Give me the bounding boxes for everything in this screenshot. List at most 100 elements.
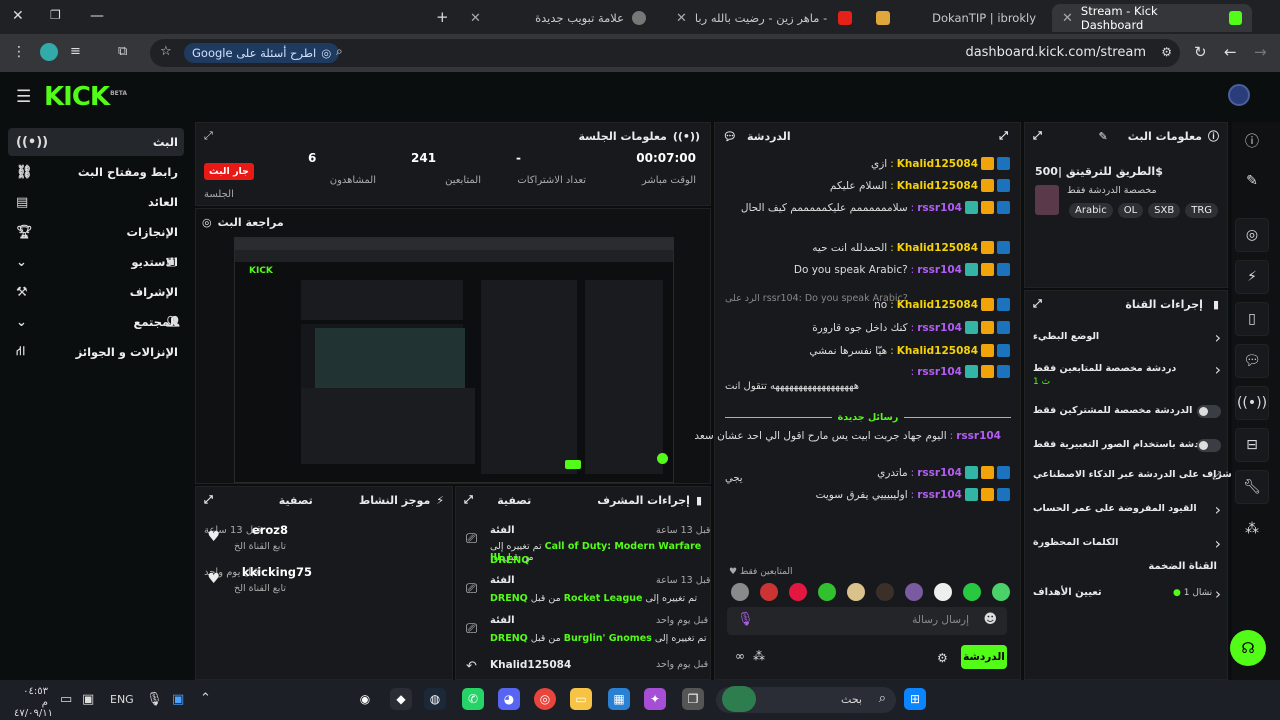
sidebar-item-studio[interactable]: ⌄ الاستديو ▣ (8, 248, 184, 276)
forward-arrow-icon[interactable]: → (1254, 43, 1267, 61)
avatar[interactable] (905, 583, 923, 601)
windows-start-icon[interactable]: ⊞ (904, 688, 926, 710)
filter-button[interactable]: تصفية (497, 494, 531, 507)
minimize-window-icon[interactable]: — (90, 8, 104, 24)
document-icon[interactable]: ▯ (1235, 302, 1269, 336)
channel-action-row[interactable]: القيود المفروضة على عمر الحساب › (1033, 500, 1221, 525)
avatar[interactable] (760, 583, 778, 601)
chat-username[interactable]: Khalid125084 (897, 158, 978, 170)
chevron-up-icon[interactable]: ⌃ (200, 691, 211, 706)
wrench-icon[interactable]: 🔧︎ (1235, 470, 1269, 504)
tray-app-icon[interactable]: ▣ (172, 692, 184, 707)
toggle-switch[interactable] (1197, 405, 1221, 418)
filter-button[interactable]: تصفية (279, 494, 313, 507)
sidebar-item-moderation[interactable]: ⚒ الإشراف (8, 278, 184, 306)
sidebar-item-drops[interactable]: ⛙ الإنزالات و الجوائز (8, 338, 184, 366)
popout-icon[interactable]: ⤢ (999, 129, 1008, 143)
tab-close-icon[interactable]: ✕ (1062, 11, 1073, 26)
obs-icon[interactable]: ◉ (354, 688, 376, 710)
avatar[interactable] (876, 583, 894, 601)
popout-icon[interactable]: ⤢ (1033, 129, 1042, 143)
store-icon[interactable]: ▦ (608, 688, 630, 710)
toggle-switch[interactable] (1197, 439, 1221, 452)
goals-row[interactable]: تعيين الأهداف ● نشال 1 › (1033, 585, 1221, 605)
hamburger-menu-icon[interactable]: ☰ (16, 87, 31, 107)
sidebar-item-achievements[interactable]: 🏆︎ الإنجازات (8, 218, 184, 246)
channel-action-row[interactable]: الإشراف على الدردشة عبر الذكاء الاصطناعي… (1033, 469, 1242, 491)
channel-action-row[interactable]: دردشة مخصصة للمتابعين فقط 1 ث › (1033, 360, 1221, 387)
chevron-right-icon[interactable]: › (1215, 534, 1221, 553)
toggle-control[interactable] (1197, 405, 1221, 418)
tab-kick-dashboard[interactable]: ✕ Stream - Kick Dashboard (1052, 4, 1252, 32)
chrome-icon[interactable]: ◎ (534, 688, 556, 710)
ask-google-pill[interactable]: Google اطرح أسئلة على ◎ (184, 43, 340, 63)
channel-action-row[interactable]: الوضع البطيء › (1033, 328, 1221, 353)
chat-bubble-icon[interactable]: 💬︎ (1235, 344, 1269, 378)
close-window-icon[interactable]: ✕ (12, 8, 24, 24)
cluster-icon[interactable]: ⁂ (753, 649, 765, 663)
menu-dots-icon[interactable]: ⋮ (12, 44, 26, 60)
chat-username[interactable]: rssr104 (917, 264, 962, 276)
chat-username[interactable]: rssr104 (917, 202, 962, 214)
tab-close-icon[interactable]: ✕ (470, 11, 481, 26)
avatar[interactable] (731, 583, 749, 601)
settings-icon[interactable]: ⚙ (937, 651, 948, 665)
user-avatar[interactable] (1228, 84, 1250, 106)
popout-icon[interactable]: ⤢ (204, 493, 213, 507)
tab-dokantip[interactable]: DokanTIP | ibrokly ✕ (866, 4, 1046, 32)
tag[interactable]: Arabic (1069, 203, 1113, 218)
kick-logo[interactable]: KICKBETA (44, 82, 127, 112)
external-link-icon[interactable]: ⤢ (1212, 469, 1221, 483)
avatar[interactable] (992, 583, 1010, 601)
site-info-icon[interactable]: ⚙ (1161, 45, 1172, 59)
popout-icon[interactable]: ⤢ (464, 493, 473, 507)
tag[interactable]: TRG (1185, 203, 1219, 218)
eye-icon[interactable]: ◎ (1235, 218, 1269, 252)
live-icon[interactable]: ((•)) (1235, 386, 1269, 420)
restore-window-icon[interactable]: ❐ (50, 8, 61, 22)
discord-icon[interactable]: ◕ (498, 688, 520, 710)
chat-username[interactable]: rssr104 (956, 430, 1001, 442)
chat-username[interactable]: rssr104 (917, 467, 962, 479)
extensions-icon[interactable]: ⧉ (118, 44, 127, 59)
clock[interactable]: ٠٤:٥٣ م ٤٧/٠٩/١١ (14, 686, 53, 719)
chat-username[interactable]: Khalid125084 (897, 242, 978, 254)
media-controls-icon[interactable]: ≡ (70, 44, 81, 59)
tab-new-tab[interactable]: ✕ علامة تبويب جديدة (460, 4, 656, 32)
chat-username[interactable]: Khalid125084 (897, 180, 978, 192)
network-icon[interactable]: ▣ (82, 692, 94, 707)
stream-preview-video[interactable]: KICK (234, 237, 674, 483)
avatar[interactable] (789, 583, 807, 601)
tag[interactable]: SXB (1148, 203, 1181, 218)
chat-username[interactable]: Khalid125084 (897, 299, 978, 311)
back-arrow-icon[interactable]: ← (1224, 43, 1237, 61)
chat-send-button[interactable]: الدردشة (961, 645, 1007, 669)
chevron-right-icon[interactable]: › (1215, 500, 1221, 519)
profile-icon[interactable] (40, 43, 58, 61)
edit-icon[interactable]: ✎ (1099, 130, 1108, 143)
chat-username[interactable]: rssr104 (917, 489, 962, 501)
whatsapp-icon[interactable]: ✆ (462, 688, 484, 710)
new-tab-icon[interactable]: + (436, 8, 449, 26)
tag[interactable]: OL (1117, 203, 1144, 218)
support-headset-icon[interactable]: ☊ (1230, 630, 1266, 666)
sliders-icon[interactable]: ⊟ (1235, 428, 1269, 462)
url-text[interactable]: dashboard.kick.com/stream (965, 45, 1146, 60)
reload-icon[interactable]: ↻ (1194, 43, 1207, 61)
channel-action-row[interactable]: الكلمات المحظورة › (1033, 534, 1221, 559)
sidebar-item-stream[interactable]: ((•)) البث (8, 128, 184, 156)
emoji-icon[interactable]: ☻ (983, 612, 997, 627)
sidebar-item-revenue[interactable]: ▤ العائد (8, 188, 184, 216)
chevron-right-icon[interactable]: › (1215, 360, 1221, 379)
avatar[interactable] (934, 583, 952, 601)
omnibox[interactable]: ☆ Google اطرح أسئلة على ◎ ⌕ dashboard.ki… (150, 39, 1180, 67)
channel-action-row[interactable]: الدردشة مخصصة للمشتركين فقط (1033, 405, 1221, 427)
tab-close-icon[interactable]: ✕ (676, 11, 687, 26)
steam-icon[interactable]: ◍ (424, 688, 446, 710)
task-view-icon[interactable]: ❐ (682, 688, 704, 710)
language-indicator[interactable]: ENG (110, 693, 134, 706)
cluster-icon[interactable]: ⁂ (1235, 512, 1269, 546)
info-icon[interactable]: ⓘ (1235, 124, 1269, 158)
file-explorer-icon[interactable]: ▭ (570, 688, 592, 710)
chat-username[interactable]: rssr104 (917, 322, 962, 334)
